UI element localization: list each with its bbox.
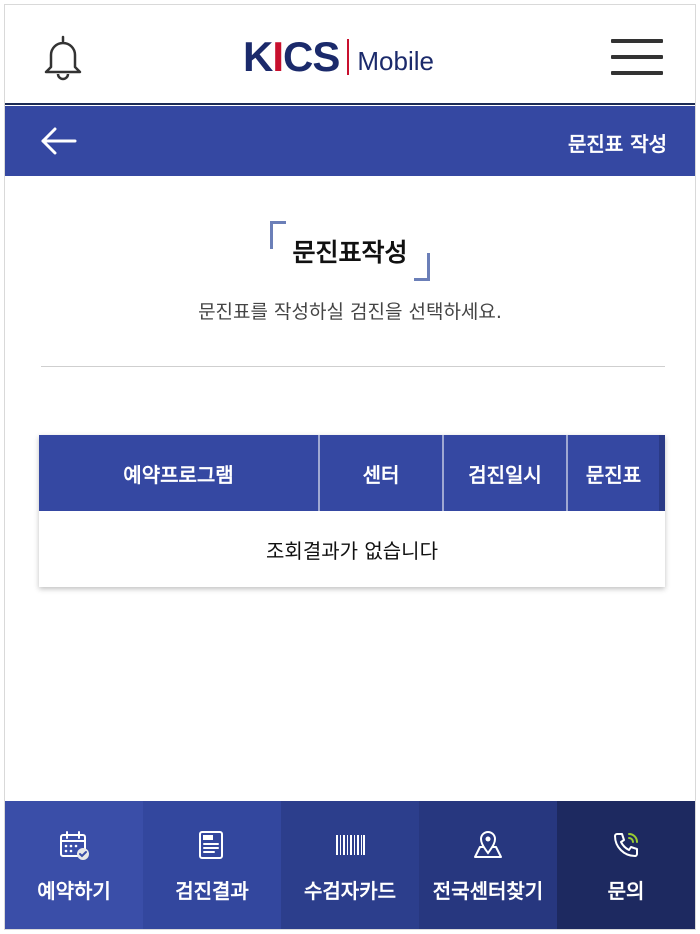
sub-header-title: 문진표 작성: [568, 132, 667, 156]
bracket-decoration-top-left: [270, 221, 287, 249]
questionnaire-table: 예약프로그램 센터 검진일시 문진표 조회결과가 없습니다: [39, 435, 665, 587]
kics-mobile-logo[interactable]: KICS Mobile: [243, 35, 434, 79]
section-divider: [41, 366, 665, 367]
nav-item-reservation[interactable]: 예약하기: [5, 801, 143, 929]
bell-icon[interactable]: [41, 33, 85, 81]
page-title-text: 문진표작성: [292, 238, 408, 267]
bracket-decoration-bottom-right: [413, 253, 430, 281]
arrow-left-icon[interactable]: [39, 124, 79, 158]
sub-header-bar: 문진표 작성: [5, 106, 695, 176]
page-title: 문진표작성: [270, 217, 430, 285]
page-subtitle: 문진표를 작성하실 검진을 선택하세요.: [198, 301, 502, 323]
page-title-section: 문진표작성: [5, 217, 695, 285]
top-header: KICS Mobile: [5, 5, 695, 105]
column-header-center: 센터: [320, 435, 444, 511]
hamburger-menu-icon[interactable]: [611, 39, 663, 75]
nav-item-find-center[interactable]: 전국센터찾기: [419, 801, 557, 929]
nav-label-find-center: 전국센터찾기: [432, 878, 544, 903]
column-header-date: 검진일시: [444, 435, 568, 511]
phone-call-icon: [610, 829, 642, 861]
calendar-check-icon: [58, 829, 90, 861]
map-pin-icon: [472, 829, 504, 861]
nav-item-patient-card[interactable]: 수검자카드: [281, 801, 419, 929]
app-frame: KICS Mobile 문진표 작성 문진표작성 문진표를 작성하실 검진을 선…: [4, 4, 696, 930]
nav-label-reservation: 예약하기: [37, 878, 111, 903]
nav-item-inquiry[interactable]: 문의: [557, 801, 695, 929]
bottom-navigation: 예약하기 검진결과 수검자카드 전국센터찾기 문의: [5, 801, 695, 929]
nav-label-inquiry: 문의: [607, 878, 645, 903]
empty-result-message: 조회결과가 없습니다: [266, 538, 438, 563]
column-header-questionnaire: 문진표: [568, 435, 665, 511]
logo-kics-text: KICS: [243, 33, 340, 80]
barcode-icon: [334, 829, 366, 861]
logo-divider: [347, 39, 350, 75]
nav-label-patient-card: 수검자카드: [304, 878, 396, 903]
logo-mobile-text: Mobile: [357, 45, 434, 76]
document-icon: [196, 829, 228, 861]
nav-label-results: 검진결과: [175, 878, 249, 903]
column-header-program: 예약프로그램: [39, 435, 320, 511]
table-header: 예약프로그램 센터 검진일시 문진표: [39, 435, 665, 511]
nav-item-results[interactable]: 검진결과: [143, 801, 281, 929]
